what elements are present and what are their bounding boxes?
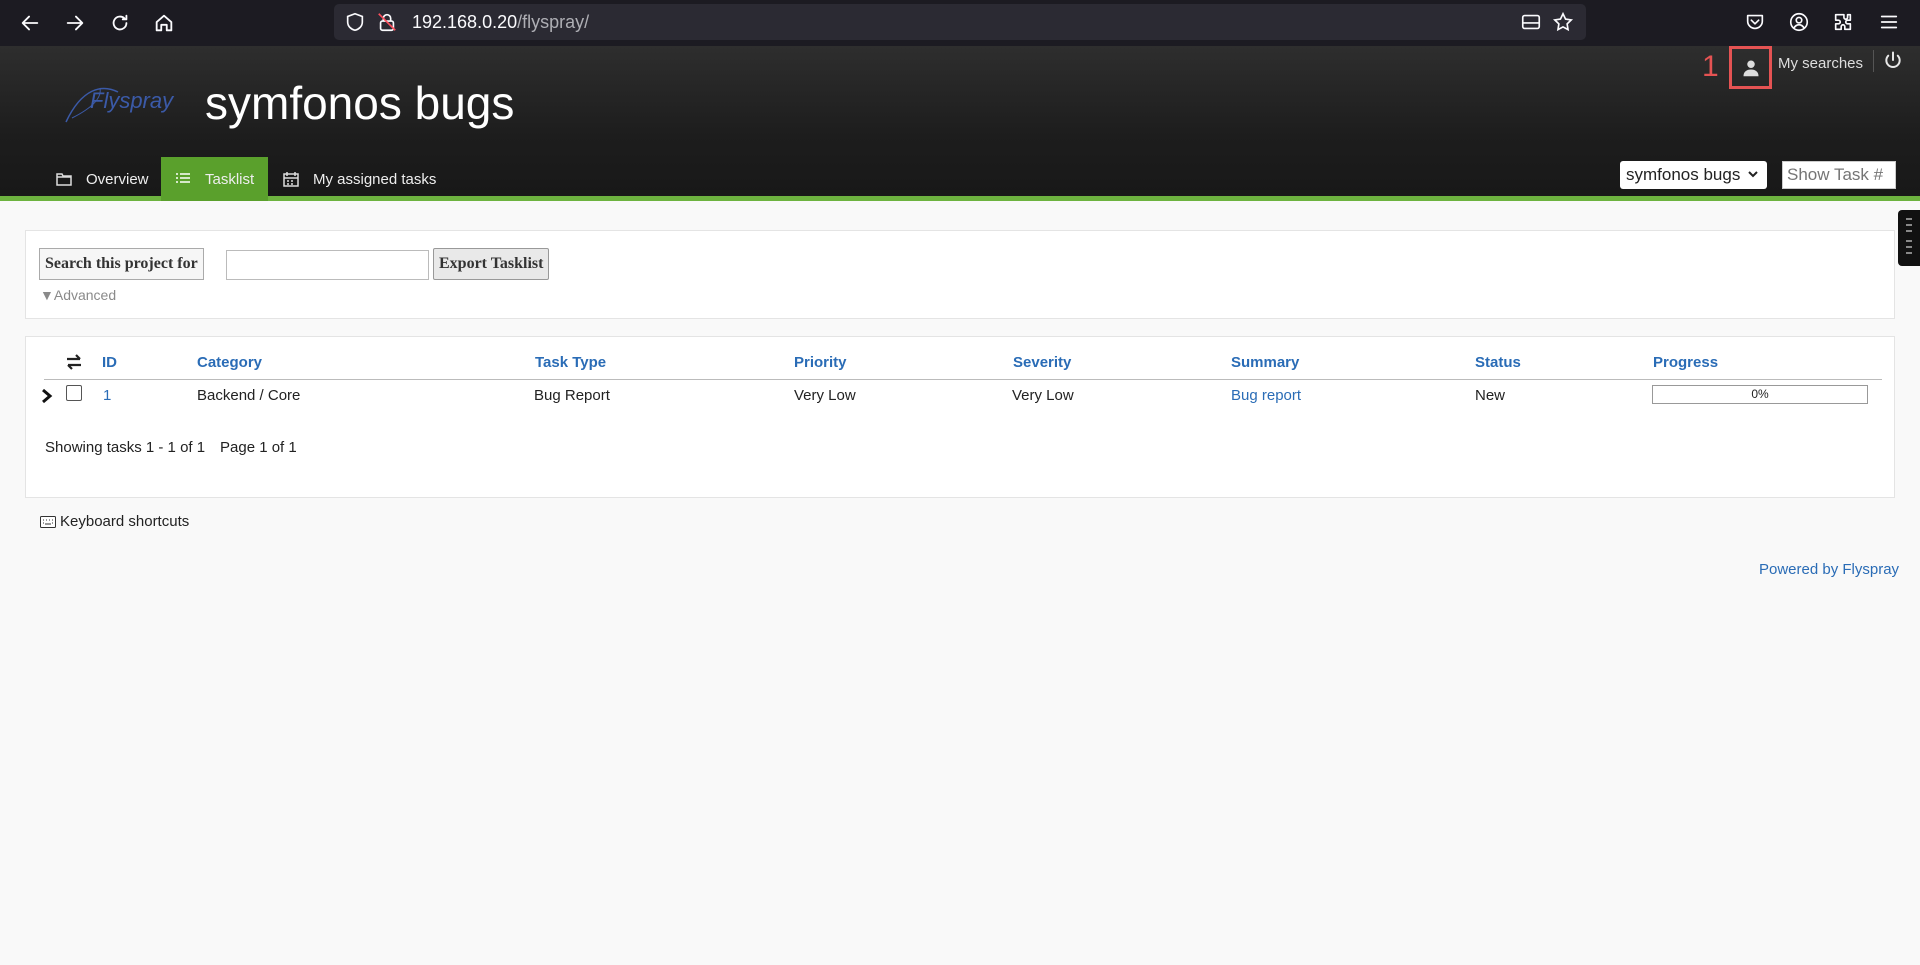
- folder-icon: [56, 173, 72, 186]
- my-searches-link[interactable]: My searches: [1778, 55, 1863, 72]
- column-header-id[interactable]: ID: [102, 354, 117, 371]
- calendar-icon: [283, 172, 299, 187]
- keyboard-icon: [40, 515, 56, 528]
- column-header-progress[interactable]: Progress: [1653, 354, 1718, 371]
- progress-label: 0%: [1751, 387, 1769, 401]
- show-task-input[interactable]: [1782, 161, 1896, 189]
- keyboard-shortcuts-label: Keyboard shortcuts: [60, 513, 190, 530]
- tab-my-assigned-tasks[interactable]: My assigned tasks: [283, 157, 436, 201]
- header-divider: [1873, 50, 1874, 72]
- row-checkbox[interactable]: [66, 385, 82, 401]
- table-header-divider: [44, 379, 1882, 380]
- showing-tasks-text: Showing tasks 1 - 1 of 1: [45, 439, 206, 456]
- insecure-lock-icon[interactable]: [376, 11, 398, 33]
- page-info-text: Page 1 of 1: [220, 439, 297, 456]
- site-header: Flyspray symfonos bugs 1 My searches Ove…: [0, 46, 1920, 201]
- pocket-icon[interactable]: [1742, 9, 1768, 35]
- task-priority: Very Low: [794, 387, 856, 404]
- tab-tasklist[interactable]: Tasklist: [161, 157, 269, 201]
- flyspray-logo[interactable]: Flyspray: [62, 78, 180, 128]
- powered-by-link[interactable]: Powered by Flyspray: [1759, 561, 1899, 578]
- column-header-task-type[interactable]: Task Type: [535, 354, 606, 371]
- reload-icon[interactable]: [104, 7, 136, 39]
- url-bar[interactable]: 192.168.0.20/flyspray/: [334, 4, 1586, 40]
- task-id-link[interactable]: 1: [103, 387, 111, 404]
- chevron-down-icon: [1748, 171, 1758, 178]
- search-project-button[interactable]: Search this project for: [39, 248, 204, 280]
- search-input[interactable]: [226, 250, 429, 280]
- task-type: Bug Report: [534, 387, 610, 404]
- task-status: New: [1475, 387, 1506, 404]
- user-icon: [1743, 60, 1758, 76]
- column-header-summary[interactable]: Summary: [1231, 354, 1299, 371]
- column-header-severity[interactable]: Severity: [1013, 354, 1071, 371]
- menu-icon[interactable]: [1876, 9, 1902, 35]
- task-summary-link[interactable]: Bug report: [1231, 387, 1301, 404]
- forward-icon[interactable]: [59, 7, 91, 39]
- task-table: ID Category Task Type Priority Severity …: [25, 336, 1895, 498]
- reader-view-icon[interactable]: [1520, 11, 1542, 33]
- search-panel: Search this project for Export Tasklist …: [25, 230, 1895, 319]
- list-icon: [176, 173, 190, 183]
- bookmark-star-icon[interactable]: [1552, 11, 1574, 33]
- shield-icon[interactable]: [344, 11, 366, 33]
- column-header-priority[interactable]: Priority: [794, 354, 847, 371]
- tab-overview[interactable]: Overview: [56, 157, 149, 201]
- back-icon[interactable]: [14, 7, 46, 39]
- swap-columns-icon[interactable]: [65, 353, 83, 371]
- task-progress-bar: 0%: [1652, 385, 1868, 404]
- url-text: 192.168.0.20/flyspray/: [412, 12, 590, 32]
- project-title: symfonos bugs: [205, 77, 515, 129]
- export-tasklist-button[interactable]: Export Tasklist: [433, 248, 550, 280]
- browser-toolbar: 192.168.0.20/flyspray/: [0, 0, 1920, 46]
- column-header-status[interactable]: Status: [1475, 354, 1521, 371]
- svg-text:Flyspray: Flyspray: [90, 88, 175, 113]
- annotation-number: 1: [1702, 50, 1719, 83]
- chevron-right-icon[interactable]: [40, 387, 54, 405]
- tab-my-assigned-tasks-label: My assigned tasks: [313, 170, 437, 188]
- task-severity: Very Low: [1012, 387, 1074, 404]
- tab-overview-label: Overview: [86, 170, 149, 188]
- task-category: Backend / Core: [197, 387, 301, 404]
- power-icon[interactable]: [1883, 50, 1907, 74]
- account-icon[interactable]: [1786, 9, 1812, 35]
- side-panel-handle[interactable]: [1898, 210, 1920, 266]
- extensions-icon[interactable]: [1830, 9, 1856, 35]
- keyboard-shortcuts-link[interactable]: Keyboard shortcuts: [40, 513, 189, 530]
- home-icon[interactable]: [148, 7, 180, 39]
- user-login-button[interactable]: [1729, 46, 1772, 89]
- project-select[interactable]: symfonos bugs: [1620, 161, 1767, 189]
- project-select-value: symfonos bugs: [1626, 165, 1741, 184]
- advanced-toggle[interactable]: ▼Advanced: [40, 287, 116, 303]
- column-header-category[interactable]: Category: [197, 354, 262, 371]
- tab-tasklist-label: Tasklist: [205, 170, 255, 188]
